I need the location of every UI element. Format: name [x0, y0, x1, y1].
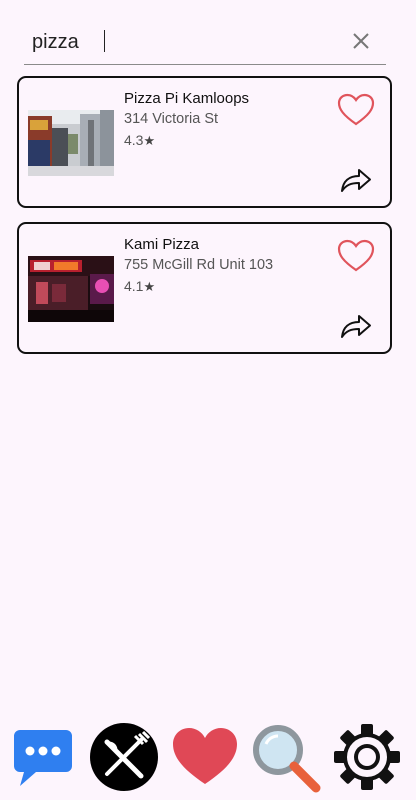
star-icon: ★ — [143, 279, 156, 294]
restaurant-rating: 4.1★ — [124, 278, 155, 295]
restaurant-photo — [28, 110, 114, 176]
gear-icon[interactable] — [332, 722, 402, 792]
restaurant-name: Kami Pizza — [124, 236, 200, 253]
star-icon: ★ — [143, 133, 156, 148]
restaurant-address: 314 Victoria St — [124, 111, 219, 127]
rating-value: 4.1 — [124, 278, 144, 294]
restaurant-name: Pizza Pi Kamloops — [124, 90, 250, 107]
search-input[interactable] — [32, 28, 332, 56]
bottom-nav — [0, 716, 416, 800]
fork-knife-icon[interactable] — [89, 722, 159, 792]
restaurant-address: 755 McGill Rd Unit 103 — [124, 257, 274, 273]
restaurant-photo — [28, 256, 114, 322]
result-card[interactable]: Pizza Pi Kamloops 314 Victoria St 4.3★ — [17, 76, 392, 208]
restaurant-rating: 4.3★ — [124, 132, 155, 149]
rating-value: 4.3 — [124, 132, 144, 148]
search-bar — [24, 20, 386, 65]
heart-icon[interactable] — [171, 726, 239, 788]
chat-bubble-icon[interactable] — [12, 726, 74, 788]
heart-outline-icon[interactable] — [337, 239, 375, 273]
close-icon[interactable] — [350, 30, 372, 52]
magnifier-icon[interactable] — [250, 722, 324, 796]
heart-outline-icon[interactable] — [337, 93, 375, 127]
share-arrow-icon[interactable] — [339, 312, 373, 340]
result-card[interactable]: Kami Pizza 755 McGill Rd Unit 103 4.1★ — [17, 222, 392, 354]
share-arrow-icon[interactable] — [339, 166, 373, 194]
text-cursor — [104, 30, 105, 52]
